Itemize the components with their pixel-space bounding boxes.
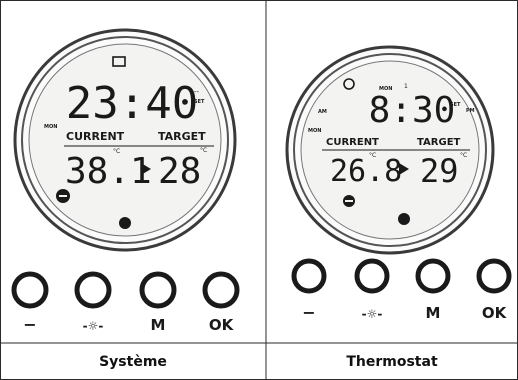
target-label: TARGET (417, 137, 461, 148)
target-temp: 29 (420, 152, 459, 190)
time-display: 23:40 (66, 78, 198, 129)
target-unit: °C (460, 152, 467, 159)
minus-button[interactable] (291, 258, 327, 294)
minus-button-label: − (302, 303, 315, 322)
ok-button[interactable] (202, 271, 240, 309)
power-icon (398, 213, 410, 225)
ok-button[interactable] (476, 258, 512, 294)
light-button-label: -☼- (83, 319, 104, 333)
mode-button[interactable] (139, 271, 177, 309)
time-display: 8:30 (369, 90, 456, 131)
current-label: CURRENT (66, 130, 125, 143)
target-temp: 28 (158, 151, 201, 192)
mode-indicator: MON (308, 128, 321, 134)
current-unit: °C (113, 148, 120, 155)
current-unit: °C (369, 152, 376, 159)
light-button[interactable] (74, 271, 112, 309)
minus-button[interactable] (11, 271, 49, 309)
caption-systeme: Système (99, 353, 167, 370)
am-indicator: AM (318, 109, 327, 115)
figure-svg: MON SET -- 23:40 CURRENT TARGET 38.1 °C … (0, 0, 518, 380)
power-icon (119, 217, 131, 229)
light-button-label: -☼- (362, 307, 383, 321)
mode-button-label: M (426, 304, 441, 322)
ok-button-label: OK (482, 304, 508, 322)
pm-indicator: PM (466, 108, 475, 114)
light-button[interactable] (354, 258, 390, 294)
current-temp: 26.8 (330, 154, 402, 189)
target-unit: °C (200, 147, 207, 154)
mode-button[interactable] (415, 258, 451, 294)
caption-thermostat: Thermostat (346, 353, 438, 370)
minus-button-label: − (23, 315, 36, 334)
thermostat-comparison-figure: MON SET -- 23:40 CURRENT TARGET 38.1 °C … (0, 0, 518, 380)
program-number: 1 (404, 83, 408, 90)
panel-right: MON 1 AM MON SET PM 8:30 CURRENT TARGET … (285, 45, 512, 322)
target-label: TARGET (158, 130, 206, 143)
mode-indicator: MON (44, 124, 57, 130)
current-label: CURRENT (326, 137, 379, 148)
ok-button-label: OK (209, 316, 235, 334)
current-temp: 38.1 (65, 151, 152, 192)
panel-left: MON SET -- 23:40 CURRENT TARGET 38.1 °C … (11, 28, 240, 334)
mode-button-label: M (151, 316, 166, 334)
